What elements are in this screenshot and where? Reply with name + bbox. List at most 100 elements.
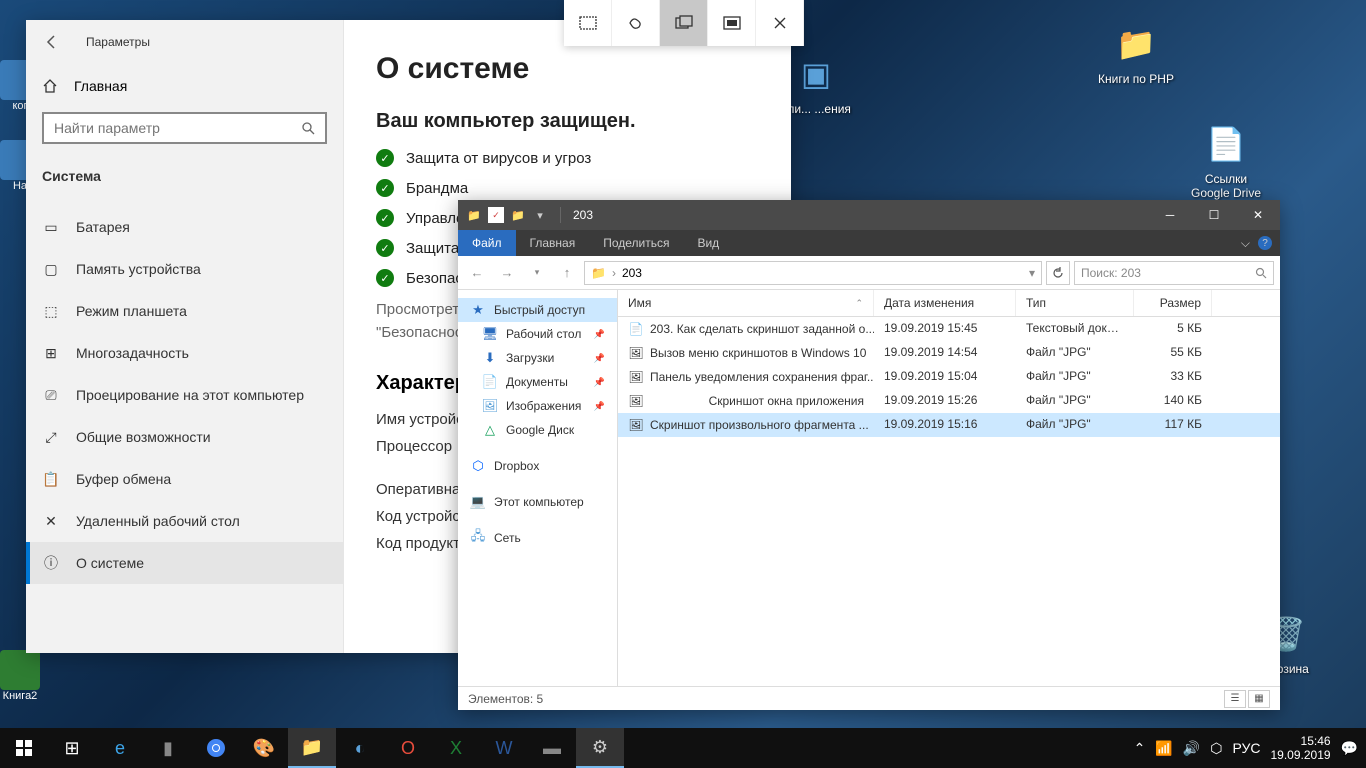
snip-close[interactable] [756, 0, 804, 46]
battery-icon: ▭ [42, 218, 60, 236]
nav-tablet[interactable]: ⬚Режим планшета [26, 290, 343, 332]
tray-up-icon[interactable]: ⌃ [1134, 740, 1146, 757]
start-button[interactable] [0, 728, 48, 768]
tree-desktop[interactable]: 🖥Рабочий стол📌 [458, 322, 617, 346]
task-app2[interactable]: ▬ [528, 728, 576, 768]
tree-dropbox[interactable]: ⬡Dropbox [458, 454, 617, 478]
explorer-window: 📁 ✓ 📁 ▾ 203 ─ ☐ ✕ Файл Главная Поделитьс… [458, 200, 1280, 710]
explorer-statusbar: Элементов: 5 ☰ ▦ [458, 686, 1280, 710]
nav-recent[interactable]: ▾ [524, 260, 550, 286]
project-icon: ⎚ [42, 386, 60, 404]
tree-quick-access[interactable]: ★Быстрый доступ [458, 298, 617, 322]
minimize-button[interactable]: ─ [1148, 200, 1192, 230]
snip-rect[interactable] [564, 0, 612, 46]
home-nav[interactable]: Главная [26, 68, 343, 104]
file-row[interactable]: 🖼Скриншот произвольного фрагмента ...19.… [618, 413, 1280, 437]
tree-documents[interactable]: 📄Документы📌 [458, 370, 617, 394]
file-row[interactable]: 🖼Скриншот окна приложения19.09.2019 15:2… [618, 389, 1280, 413]
remote-icon: ✕ [42, 512, 60, 530]
tree-downloads[interactable]: ⬇Загрузки📌 [458, 346, 617, 370]
content-subtitle: Ваш компьютер защищен. [376, 110, 759, 133]
explorer-taskbar[interactable]: 📁 [288, 728, 336, 768]
qat-dropdown-icon[interactable]: ▾ [532, 207, 548, 223]
gdrive-icon: △ [482, 422, 498, 438]
file-row[interactable]: 🖼Вызов меню скриншотов в Windows 1019.09… [618, 341, 1280, 365]
ribbon-file[interactable]: Файл [458, 230, 516, 256]
word-button[interactable]: W [480, 728, 528, 768]
edge-button[interactable]: e [96, 728, 144, 768]
check-icon: ✓ [376, 149, 394, 167]
ribbon-home[interactable]: Главная [516, 230, 590, 256]
qat-icon[interactable]: ✓ [488, 207, 504, 223]
nav-project[interactable]: ⎚Проецирование на этот компьютер [26, 374, 343, 416]
back-button[interactable] [42, 32, 62, 52]
maximize-button[interactable]: ☐ [1192, 200, 1236, 230]
nav-storage[interactable]: ▢Память устройства [26, 248, 343, 290]
nav-forward[interactable]: → [494, 260, 520, 286]
desktop-icon-gdrive[interactable]: 📄Ссылки Google Drive [1186, 120, 1266, 201]
explorer-title: 203 [565, 208, 593, 222]
sort-icon: ⌃ [855, 298, 863, 309]
snip-window[interactable] [660, 0, 708, 46]
file-row[interactable]: 🖼Панель уведомления сохранения фраг...19… [618, 365, 1280, 389]
task-app1[interactable]: ◐ [336, 728, 384, 768]
tree-pictures[interactable]: 🖼Изображения📌 [458, 394, 617, 418]
help-icon[interactable]: ? [1258, 236, 1272, 250]
col-type[interactable]: Тип [1016, 290, 1134, 316]
taskview-button[interactable]: ⊞ [48, 728, 96, 768]
ribbon-expand-icon[interactable]: ⌵ [1241, 236, 1250, 251]
lang-indicator[interactable]: РУС [1232, 740, 1260, 756]
explorer-titlebar[interactable]: 📁 ✓ 📁 ▾ 203 ─ ☐ ✕ [458, 200, 1280, 230]
paint-button[interactable]: 🎨 [240, 728, 288, 768]
qat-folder-icon[interactable]: 📁 [510, 207, 526, 223]
nav-multitask[interactable]: ⊞Многозадачность [26, 332, 343, 374]
clipboard-icon: 📋 [42, 470, 60, 488]
status-firewall: ✓Брандма [376, 179, 759, 197]
nav-shared[interactable]: ⤢Общие возможности [26, 416, 343, 458]
dropbox-tray-icon[interactable]: ⬡ [1210, 740, 1222, 757]
notifications-icon[interactable]: 💬 [1341, 740, 1358, 757]
snip-fullscreen[interactable] [708, 0, 756, 46]
close-button[interactable]: ✕ [1236, 200, 1280, 230]
file-icon: 🖼 [628, 345, 644, 361]
tree-thispc[interactable]: 💻Этот компьютер [458, 490, 617, 514]
tablet-icon: ⬚ [42, 302, 60, 320]
nav-up[interactable]: ↑ [554, 260, 580, 286]
check-icon: ✓ [376, 179, 394, 197]
notes-button[interactable]: ▮ [144, 728, 192, 768]
col-date[interactable]: Дата изменения [874, 290, 1016, 316]
file-header: Имя⌃ Дата изменения Тип Размер [618, 290, 1280, 317]
volume-icon[interactable]: 🔊 [1183, 740, 1200, 757]
nav-remote[interactable]: ✕Удаленный рабочий стол [26, 500, 343, 542]
desktop-icon-books[interactable]: 📁Книги по PHP [1096, 20, 1176, 86]
search-box[interactable] [42, 112, 327, 144]
col-size[interactable]: Размер [1134, 290, 1212, 316]
tree-network[interactable]: 🖧Сеть [458, 526, 617, 550]
opera-button[interactable]: O [384, 728, 432, 768]
view-details[interactable]: ☰ [1224, 690, 1246, 708]
ribbon-share[interactable]: Поделиться [589, 230, 683, 256]
breadcrumb[interactable]: 📁 › 203 ▾ [584, 261, 1042, 285]
search-input[interactable] [54, 120, 301, 136]
file-row[interactable]: 📄203. Как сделать скриншот заданной о...… [618, 317, 1280, 341]
excel-button[interactable]: X [432, 728, 480, 768]
nav-back[interactable]: ← [464, 260, 490, 286]
file-icon: 🖼 [628, 417, 644, 433]
ribbon-view[interactable]: Вид [683, 230, 733, 256]
snip-freeform[interactable] [612, 0, 660, 46]
col-name[interactable]: Имя⌃ [618, 290, 874, 316]
explorer-search[interactable]: Поиск: 203 [1074, 261, 1274, 285]
view-icons[interactable]: ▦ [1248, 690, 1270, 708]
desktop-partial-8[interactable]: Книга2 [0, 650, 50, 702]
chrome-button[interactable] [192, 728, 240, 768]
wifi-icon[interactable]: 📶 [1155, 740, 1172, 757]
nav-clipboard[interactable]: 📋Буфер обмена [26, 458, 343, 500]
nav-about[interactable]: ⓘО системе [26, 542, 343, 584]
tree-gdrive[interactable]: △Google Диск [458, 418, 617, 442]
refresh-button[interactable] [1046, 261, 1070, 285]
nav-battery[interactable]: ▭Батарея [26, 206, 343, 248]
settings-taskbar[interactable]: ⚙ [576, 728, 624, 768]
folder-icon: 📁 [591, 266, 606, 280]
clock[interactable]: 15:4619.09.2019 [1271, 734, 1331, 763]
pc-icon: 💻 [470, 494, 486, 510]
